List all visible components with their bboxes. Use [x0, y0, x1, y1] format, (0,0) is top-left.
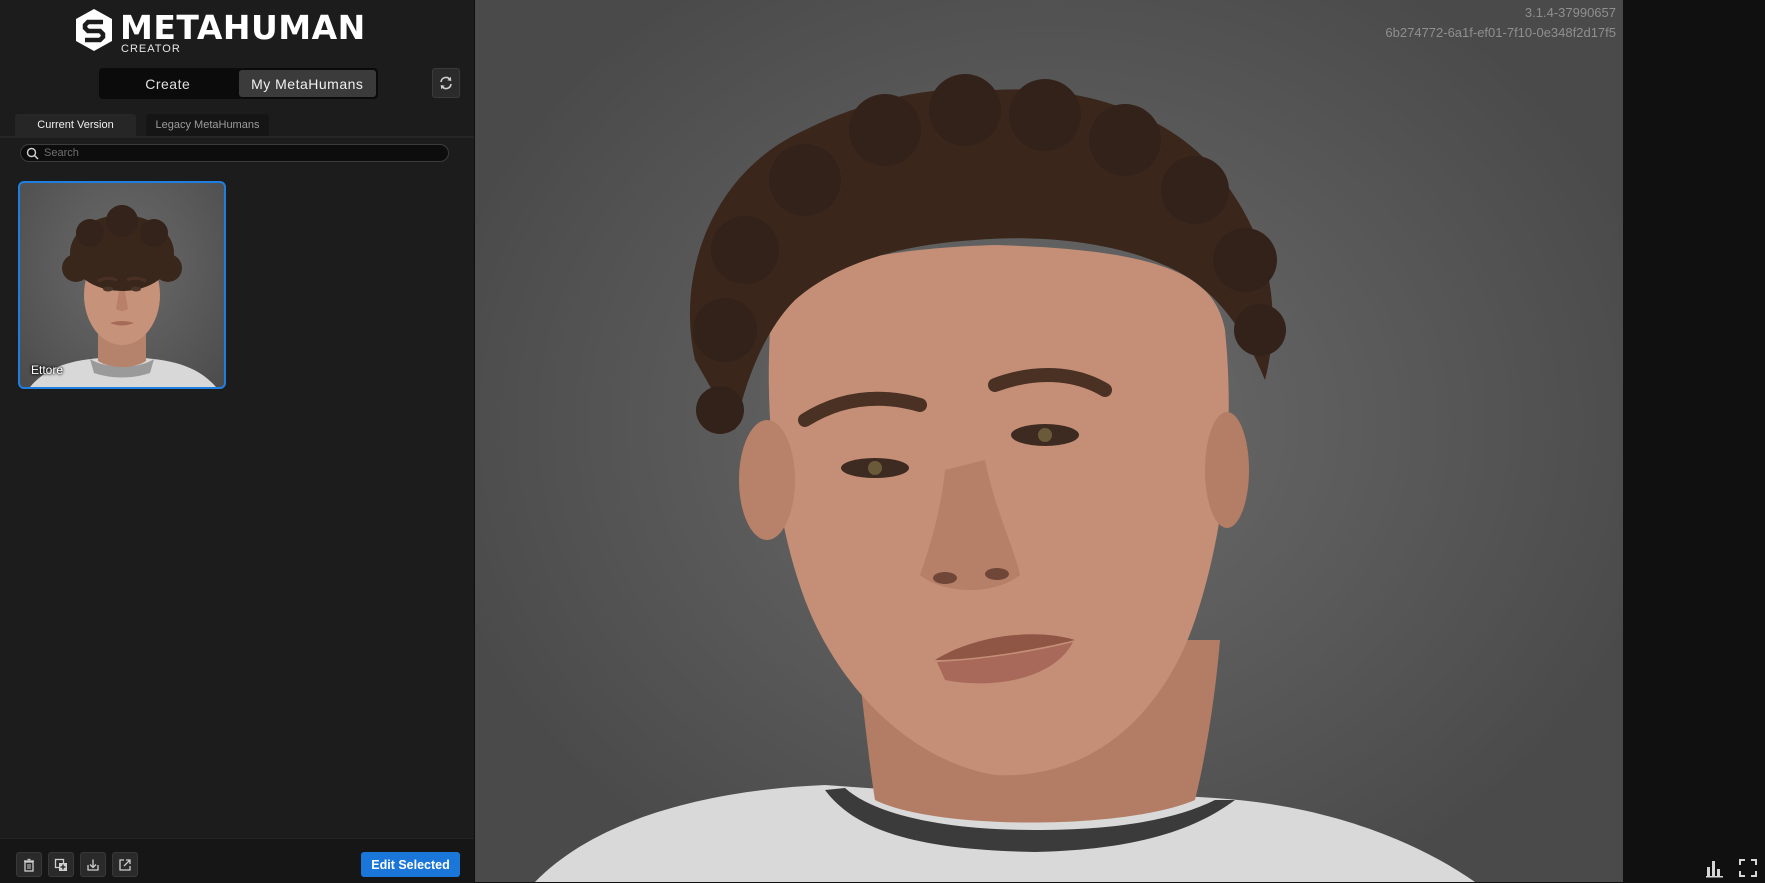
character-viewport[interactable]: 3.1.4-37990657 6b274772-6a1f-ef01-7f10-0…: [475, 0, 1623, 882]
duplicate-icon: [54, 858, 67, 871]
delete-button[interactable]: [16, 852, 42, 877]
export-button[interactable]: [112, 852, 138, 877]
stats-icon[interactable]: [1705, 858, 1725, 878]
import-icon: [87, 859, 99, 871]
tab-divider: [0, 136, 474, 138]
search-input[interactable]: [44, 147, 434, 159]
metahuman-card[interactable]: Ettore: [18, 181, 226, 389]
metahuman-name: Ettore: [31, 363, 64, 377]
import-button[interactable]: [80, 852, 106, 877]
tab-create[interactable]: Create: [99, 68, 237, 99]
metahuman-logo-icon: [76, 9, 112, 51]
library-tabs: Current Version Legacy MetaHumans: [15, 114, 269, 136]
app-logo: METAHUMAN CREATOR: [74, 8, 366, 55]
refresh-icon: [440, 76, 452, 90]
duplicate-button[interactable]: [48, 852, 74, 877]
brand-subtitle: CREATOR: [121, 43, 181, 55]
edit-selected-button[interactable]: Edit Selected: [361, 852, 460, 877]
version-number: 3.1.4-37990657: [1524, 5, 1616, 20]
search-box: [20, 144, 449, 162]
brand-name: METAHUMAN: [120, 8, 366, 47]
export-icon: [119, 858, 131, 871]
right-panel: [1623, 0, 1765, 882]
tab-current-version[interactable]: Current Version: [15, 114, 136, 136]
fullscreen-icon[interactable]: [1738, 858, 1758, 878]
refresh-button[interactable]: [432, 68, 460, 98]
metahuman-thumbnail: [30, 205, 216, 387]
character-render: [535, 74, 1475, 882]
tab-legacy-metahumans[interactable]: Legacy MetaHumans: [146, 114, 269, 136]
version-info: 3.1.4-37990657 6b274772-6a1f-ef01-7f10-0…: [1385, 3, 1616, 43]
trash-icon: [24, 858, 34, 872]
build-hash: 6b274772-6a1f-ef01-7f10-0e348f2d17f5: [1385, 25, 1616, 40]
mode-switch: Create My MetaHumans: [99, 68, 378, 99]
bottom-toolbar: Edit Selected: [0, 838, 474, 883]
tab-my-metahumans[interactable]: My MetaHumans: [238, 70, 376, 97]
search-icon: [26, 147, 39, 160]
sidebar: METAHUMAN CREATOR Create My MetaHumans C…: [0, 0, 475, 883]
